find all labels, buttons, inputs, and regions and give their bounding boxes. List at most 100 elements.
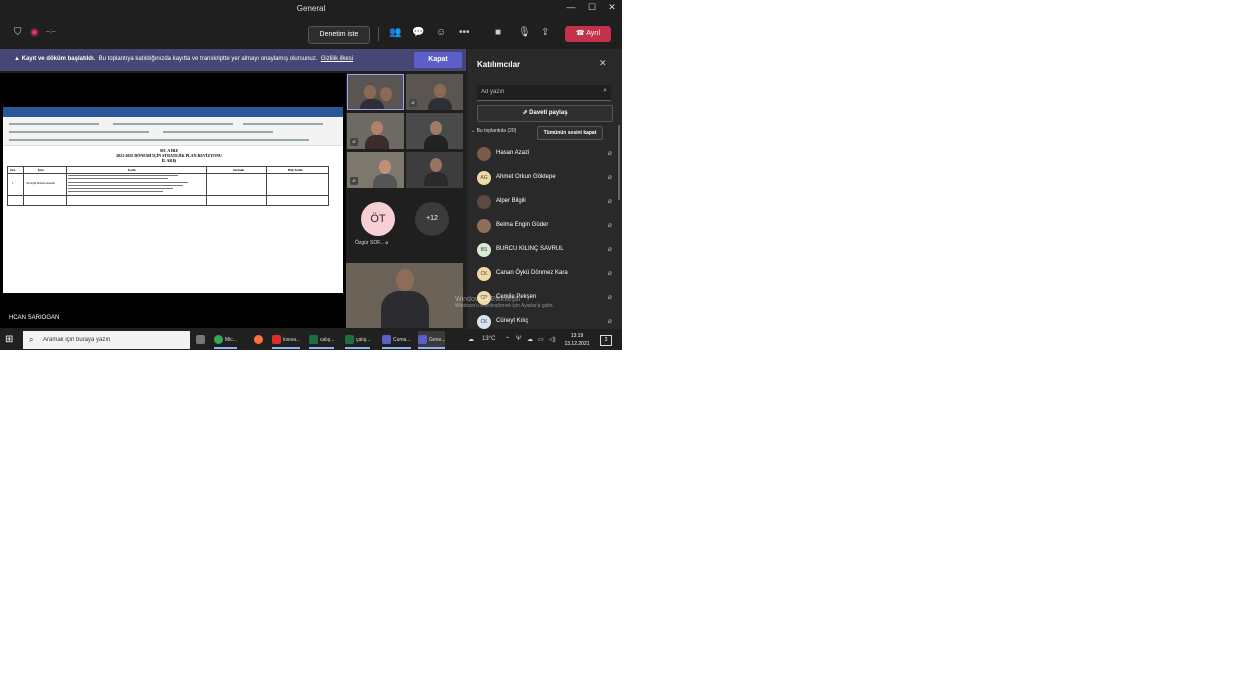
camera-icon[interactable]: ■ — [495, 27, 501, 38]
mic-off-icon: ⌀ — [350, 138, 358, 146]
in-meeting-section[interactable]: ⌄ Bu toplantıda (20) — [471, 128, 516, 134]
avatar — [477, 219, 491, 233]
participant-row[interactable]: CK Cüneyt Kılıç ⌀ — [477, 313, 612, 331]
doc-col-3: Sorumlu — [233, 168, 245, 172]
maximize-icon[interactable]: ☐ — [584, 2, 600, 13]
taskbar-app-excel[interactable]: calış... — [309, 331, 335, 349]
request-control-button[interactable]: Denetim iste — [308, 26, 370, 44]
clock-time: 13:19 — [570, 333, 584, 339]
search-icon: ⌕ — [29, 335, 34, 344]
document-page: SİC A İRE 2021-2025 DÖNEMİ İÇİN STRATEJİ… — [3, 146, 335, 288]
mic-off-icon: ⌀ — [607, 198, 612, 205]
participant-search: ⌕ — [477, 85, 611, 101]
participants-icon[interactable]: 👥 — [389, 27, 401, 38]
watermark-line2: Windows'u etkinleştirmek için Ayarlar'a … — [455, 303, 554, 309]
participant-avatar[interactable]: ÖT — [361, 202, 395, 236]
teams-window: General — ☐ ✕ ⛉ ◉ --:-- Denetim iste 👥 💬… — [0, 0, 622, 350]
participant-row[interactable]: CK Canan Öykü Dönmez Kara ⌀ — [477, 265, 612, 283]
doc-col-0: Sıra — [10, 168, 16, 172]
participant-row[interactable]: BS BURCU KILINÇ SAVRUL ⌀ — [477, 241, 612, 259]
taskbar-app-firefox[interactable] — [254, 331, 265, 349]
minimize-icon[interactable]: — — [563, 2, 579, 12]
warning-icon: ▲ — [14, 56, 22, 62]
participant-name: Belma Engin Güder — [496, 222, 549, 228]
task-view-icon[interactable] — [196, 331, 207, 349]
chevron-up-icon[interactable]: ⌃ — [505, 336, 510, 343]
notification-icon[interactable]: 3 — [600, 335, 612, 346]
clock-date: 13.12.2021 — [564, 341, 590, 347]
taskbar-app-label: Cuma... — [393, 337, 411, 343]
taskbar-app-teams[interactable]: Cuma... — [382, 331, 411, 349]
mute-all-button[interactable]: Tümünün sesini kapat — [537, 126, 603, 140]
avatar-name: Özgür SOF... ⌀ — [355, 240, 388, 246]
avatar: BS — [477, 243, 491, 257]
close-panel-icon[interactable]: ✕ — [599, 58, 607, 69]
mic-off-icon[interactable]: 🎙 — [518, 27, 531, 38]
participant-row[interactable]: Alper Bilgili ⌀ — [477, 193, 612, 211]
presenter-name: HCAN SARIOGAN — [9, 315, 60, 321]
shield-icon: ⛉ — [14, 27, 22, 38]
doc-col-2: İçerik — [128, 168, 136, 172]
section-label: Bu toplantıda (20) — [476, 128, 517, 134]
mic-off-icon: ⌀ — [385, 240, 389, 246]
avatar — [477, 195, 491, 209]
title-bar: General — ☐ ✕ — [0, 0, 622, 19]
volume-icon[interactable]: ◁) — [549, 336, 556, 343]
banner-text: ▲ Kayıt ve döküm başlatıldı. Bu toplantı… — [14, 56, 353, 62]
taskbar-clock[interactable]: 13:19 13.12.2021 — [562, 332, 592, 348]
banner-message: Bu toplantıya katıldığınızda kayıtta ve … — [98, 56, 318, 62]
participant-row[interactable]: Hasan Azazi ⌀ — [477, 145, 612, 163]
more-participants-button[interactable]: +12 — [415, 202, 449, 236]
video-tile[interactable] — [347, 74, 404, 110]
share-invite-button[interactable]: ⇗ Daveti paylaş — [477, 105, 613, 122]
network-icon[interactable]: Ψ — [516, 336, 521, 342]
shared-screen: SİC A İRE 2021-2025 DÖNEMİ İÇİN STRATEJİ… — [0, 73, 346, 328]
panel-scrollbar[interactable] — [618, 125, 620, 200]
video-tile[interactable]: ⌀ — [347, 152, 404, 188]
panel-title: Katılımcılar — [477, 60, 521, 69]
leave-label: Ayrıl — [586, 30, 601, 37]
weather-icon[interactable]: ☁ — [468, 336, 474, 343]
taskbar-app-pdf[interactable]: kısıva... — [272, 331, 301, 349]
taskbar-app-label: calış... — [320, 337, 335, 343]
doc-row-label: Stratejik Durum Analizi — [26, 181, 55, 185]
avatar: CK — [477, 267, 491, 281]
leave-button[interactable]: ☎ Ayrıl — [565, 26, 611, 42]
participant-name: Cüneyt Kılıç — [496, 318, 529, 324]
mic-off-icon: ⌀ — [607, 318, 612, 325]
participant-row[interactable]: AG Ahmet Orkun Göktepe ⌀ — [477, 169, 612, 187]
word-titlebar — [3, 107, 343, 117]
more-options-icon[interactable]: ••• — [459, 27, 470, 38]
privacy-link[interactable]: Gizlilik ilkesi — [321, 56, 353, 62]
taskbar-app-label: Mic... — [225, 337, 237, 343]
video-tile[interactable]: ⌀ — [406, 74, 463, 110]
mic-off-icon: ⌀ — [607, 270, 612, 277]
taskbar-app-excel[interactable]: çalış... — [345, 331, 371, 349]
video-tile[interactable] — [406, 113, 463, 149]
participant-search-input[interactable] — [481, 87, 591, 97]
window-title: General — [296, 4, 326, 13]
taskbar-search: ⌕ — [23, 331, 190, 349]
windows-start-icon[interactable]: ⊞ — [5, 334, 13, 345]
battery-icon[interactable]: ▭ — [538, 336, 544, 343]
video-tile[interactable] — [406, 152, 463, 188]
temperature: 13°C — [482, 336, 496, 342]
taskbar-app-teams[interactable]: Gene... — [418, 331, 446, 349]
self-video-tile[interactable] — [346, 263, 463, 328]
taskbar-app-chrome[interactable]: Mic... — [214, 331, 237, 349]
close-window-icon[interactable]: ✕ — [604, 2, 620, 13]
participant-row[interactable]: Belma Engin Güder ⌀ — [477, 217, 612, 235]
banner-close-button[interactable]: Kapat — [414, 52, 462, 68]
onedrive-icon[interactable]: ☁ — [527, 336, 533, 343]
mic-off-icon: ⌀ — [607, 246, 612, 253]
reactions-icon[interactable]: ☺ — [436, 27, 446, 38]
shared-document: SİC A İRE 2021-2025 DÖNEMİ İÇİN STRATEJİ… — [3, 107, 343, 293]
video-tile[interactable]: ⌀ — [347, 113, 404, 149]
chat-icon[interactable]: 💬 — [412, 27, 424, 38]
taskbar-search-input[interactable] — [43, 334, 183, 346]
meeting-timer: --:-- — [46, 29, 56, 35]
recording-icon: ◉ — [30, 27, 39, 38]
share-screen-icon[interactable]: ⇪ — [541, 27, 549, 38]
taskbar-app-label: çalış... — [356, 337, 371, 343]
avatar: CK — [477, 315, 491, 329]
